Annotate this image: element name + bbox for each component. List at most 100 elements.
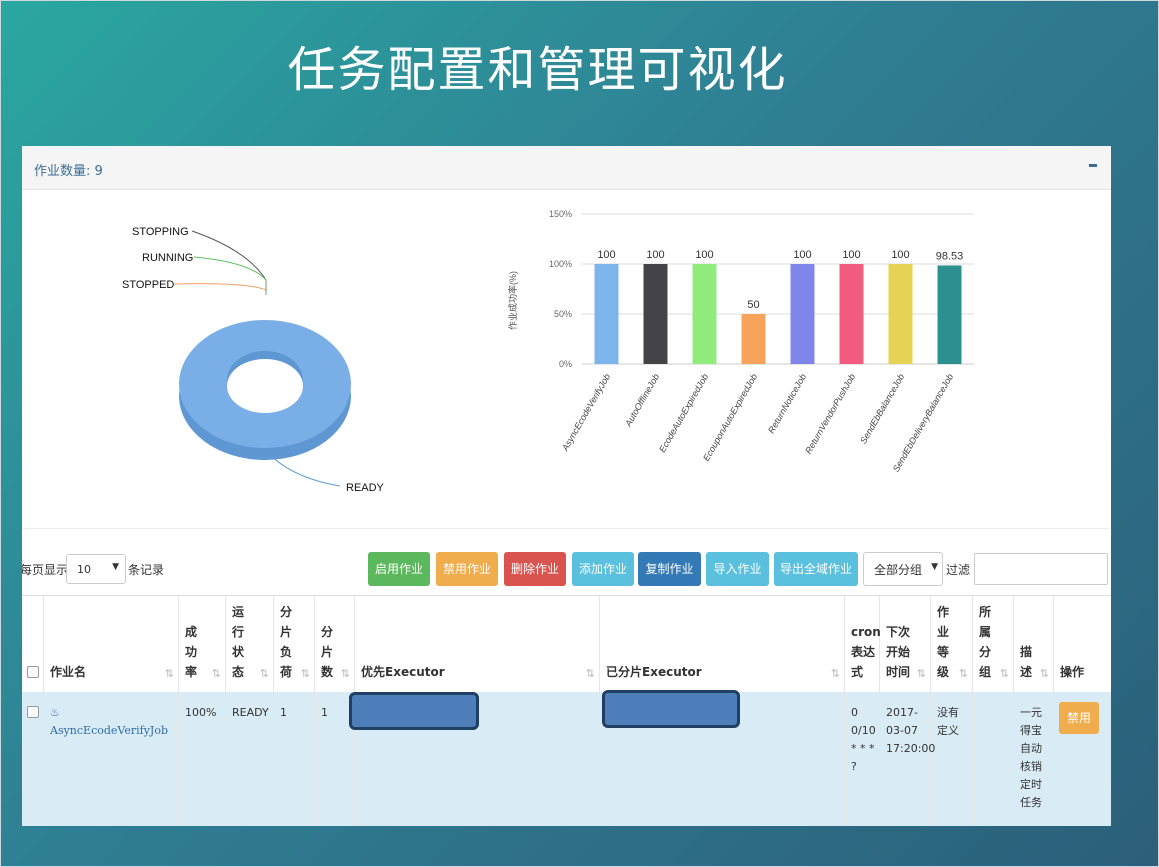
row-level-cell: 没有 定义 xyxy=(931,692,973,826)
row-group-cell xyxy=(973,692,1014,826)
x-tick-label: AsyncEcodeVerifyJob xyxy=(559,372,612,453)
bar-SendEbDeliveryBalanceJob xyxy=(937,265,962,364)
bar-SendEbBalanceJob xyxy=(888,264,913,364)
col-shard-load-label: 分 片 负 荷 xyxy=(280,605,293,679)
redacted-block xyxy=(349,692,479,730)
table-header-row: 作业名 ⇅ 成 功 率 ⇅ 运 行 状 态 ⇅ 分 片 负 荷 ⇅ 分 片 数 ⇅ 优先E… xyxy=(22,595,1111,694)
label-stopping: STOPPING xyxy=(132,226,189,238)
col-level-label: 作 业 等 级 xyxy=(937,605,950,679)
col-job-name[interactable]: 作业名 ⇅ xyxy=(44,596,179,692)
col-shard-count[interactable]: 分 片 数 ⇅ xyxy=(315,596,355,692)
running-leader-line xyxy=(193,256,267,281)
col-status-label: 运 行 状 态 xyxy=(232,605,245,679)
col-job-name-label: 作业名 xyxy=(50,665,87,679)
import-job-button[interactable]: 导入作业 xyxy=(706,552,769,586)
next-time-value: 2017- 03-07 17:20:00 xyxy=(886,706,936,755)
job-name-text: AsyncEcodeVerifyJob xyxy=(50,724,168,737)
label-running: RUNNING xyxy=(142,252,193,264)
col-success-rate[interactable]: 成 功 率 ⇅ xyxy=(179,596,226,692)
col-shard-load[interactable]: 分 片 负 荷 ⇅ xyxy=(274,596,315,692)
group-select[interactable]: 全部分组 ▼ xyxy=(863,552,943,586)
row-description-cell: 一元 得宝 自动 核销 定时 任务 xyxy=(1014,692,1054,826)
panel-header: 作业数量: 9 xyxy=(22,146,1111,190)
x-tick-label: EcodeAutoExpiredJob xyxy=(657,372,710,454)
shard-count-value: 1 xyxy=(321,706,328,719)
col-success-rate-label: 成 功 率 xyxy=(185,625,198,679)
sort-icon: ⇅ xyxy=(1039,667,1049,680)
col-preferred-executor[interactable]: 优先Executor ⇅ xyxy=(355,596,600,692)
col-preferred-executor-label: 优先Executor xyxy=(361,665,445,679)
data-label: 100 xyxy=(695,249,713,261)
stopping-leader-line xyxy=(191,230,267,281)
col-level[interactable]: 作 业 等 级 ⇅ xyxy=(931,596,973,692)
bar-ReturnVendorPushJob xyxy=(839,264,864,364)
sort-icon: ⇅ xyxy=(340,667,350,680)
delete-job-button[interactable]: 删除作业 xyxy=(504,552,566,586)
row-sharded-executor-cell xyxy=(600,690,845,826)
x-tick-label: SendEbDeliveryBalanceJob xyxy=(891,372,955,474)
chart-area: STOPPING RUNNING STOPPED READY 150% 100% 5… xyxy=(22,190,1109,529)
success-rate-value: 100% xyxy=(185,706,217,719)
col-sharded-executor[interactable]: 已分片Executor ⇅ xyxy=(600,596,845,692)
col-status[interactable]: 运 行 状 态 ⇅ xyxy=(226,596,274,692)
bar-EcouponAutoExpiredJob xyxy=(741,314,766,364)
row-preferred-executor-cell xyxy=(349,692,600,826)
filter-input[interactable] xyxy=(974,553,1108,585)
job-name-link[interactable]: ♨ AsyncEcodeVerifyJob xyxy=(50,704,178,740)
row-job-name-cell: ♨ AsyncEcodeVerifyJob xyxy=(44,692,179,826)
sort-icon: ⇅ xyxy=(830,667,840,680)
y-tick-label: 0% xyxy=(559,359,572,369)
sort-icon: ⇅ xyxy=(585,667,595,680)
col-group[interactable]: 所 属 分 组 ⇅ xyxy=(973,596,1014,692)
toolbar: 每页显示 10 ▼ 条记录 启用作业 禁用作业 删除作业 添加作业 复制作业 导… xyxy=(22,550,1111,590)
row-checkbox[interactable] xyxy=(27,706,39,718)
sort-icon: ⇅ xyxy=(259,667,269,680)
sort-icon: ⇅ xyxy=(300,667,310,680)
col-cron[interactable]: cron 表达 式 xyxy=(845,596,881,692)
enable-job-button[interactable]: 启用作业 xyxy=(368,552,430,586)
collapse-icon[interactable] xyxy=(1089,164,1097,167)
export-all-jobs-button[interactable]: 导出全域作业 xyxy=(774,552,858,586)
col-action: 操作 xyxy=(1054,596,1111,692)
row-disable-button[interactable]: 禁用 xyxy=(1059,702,1099,734)
per-page-select[interactable]: 10 ▼ xyxy=(66,554,126,584)
x-tick-label: AutoOfflineJob xyxy=(623,372,662,429)
data-label: 100 xyxy=(842,249,860,261)
data-label: 98.53 xyxy=(936,250,964,262)
col-sharded-executor-label: 已分片Executor xyxy=(606,665,702,679)
table-row: ♨ AsyncEcodeVerifyJob 100% READY 1 1 0 0… xyxy=(22,690,1111,826)
slide-title: 任务配置和管理可视化 xyxy=(287,42,788,98)
chevron-down-icon: ▼ xyxy=(112,562,119,572)
disable-job-button[interactable]: 禁用作业 xyxy=(436,552,498,586)
x-tick-label: SendEbBalanceJob xyxy=(858,372,906,445)
y-axis-label: 作业成功率(%) xyxy=(507,271,518,330)
col-description[interactable]: 描 述 ⇅ xyxy=(1014,596,1054,692)
status-donut-chart: STOPPING RUNNING STOPPED READY xyxy=(122,226,385,494)
col-next-time[interactable]: 下次 开始 时间 ⇅ xyxy=(880,596,931,692)
chevron-down-icon: ▼ xyxy=(931,562,938,572)
job-count-label: 作业数量: 9 xyxy=(34,164,103,179)
redacted-block xyxy=(602,690,740,728)
sort-icon: ⇅ xyxy=(958,667,968,680)
group-select-value: 全部分组 xyxy=(874,563,923,577)
level-value: 没有 定义 xyxy=(937,706,959,737)
donut-hole xyxy=(227,359,303,413)
x-tick-label: ReturnNoticeJob xyxy=(766,372,808,435)
data-label: 50 xyxy=(747,299,759,311)
java-icon: ♨ xyxy=(50,706,60,719)
row-success-rate-cell: 100% xyxy=(179,692,226,826)
select-all-checkbox[interactable] xyxy=(27,666,39,678)
col-description-label: 描 述 xyxy=(1020,645,1033,679)
y-tick-label: 50% xyxy=(554,309,572,319)
status-value: READY xyxy=(232,706,269,719)
row-status-cell: READY xyxy=(226,692,274,826)
data-label: 100 xyxy=(891,249,909,261)
copy-job-button[interactable]: 复制作业 xyxy=(638,552,701,586)
add-job-button[interactable]: 添加作业 xyxy=(572,552,634,586)
filter-label: 过滤 xyxy=(946,563,971,577)
bar-AsyncEcodeVerifyJob xyxy=(594,264,619,364)
success-rate-bar-chart: 150%100%50%0% 100 100 10050100 100 100 98.53 … xyxy=(507,209,974,474)
header-checkbox-cell xyxy=(22,596,44,692)
bar-EcodeAutoExpiredJob xyxy=(692,264,717,364)
per-page-suffix: 条记录 xyxy=(128,563,165,577)
